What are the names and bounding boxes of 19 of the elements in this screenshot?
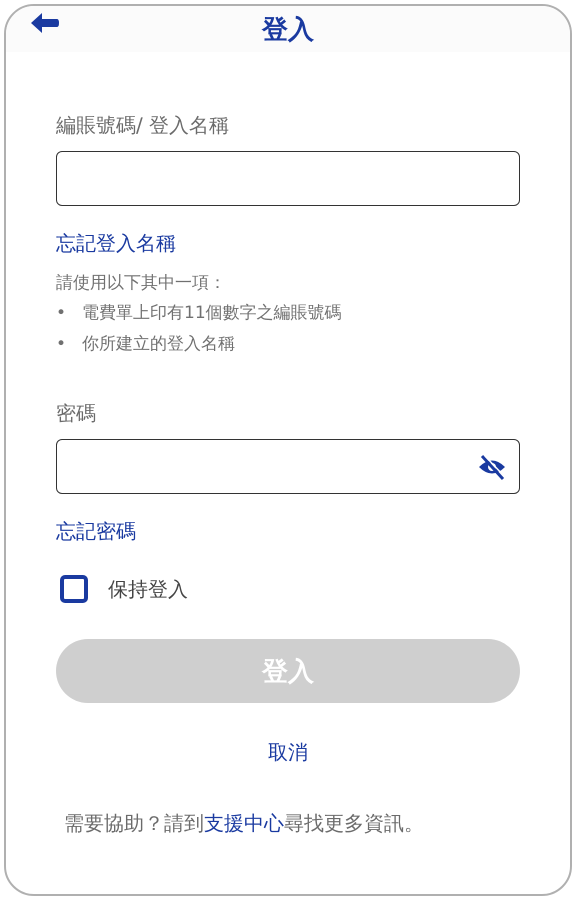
password-input-field[interactable]: [56, 439, 520, 494]
page-title: 登入: [262, 14, 314, 46]
field-label: 密碼: [56, 400, 97, 428]
bullet-mark: •: [56, 302, 66, 324]
cancel-link[interactable]: 取消: [268, 739, 308, 766]
hint-text: 請使用以下其中一項：: [56, 272, 227, 294]
checkbox-label: 保持登入: [108, 576, 188, 603]
account-input-field[interactable]: [56, 151, 520, 206]
field-label: 編賬號碼/ 登入名稱: [56, 112, 230, 139]
support-center-link[interactable]: 支援中心: [204, 811, 284, 836]
back-arrow-icon: [30, 12, 60, 34]
hint-list-item: 電費單上印有11個數字之編賬號碼: [82, 302, 342, 324]
hint-list-item: 你所建立的登入名稱: [82, 333, 236, 356]
back-button[interactable]: [30, 12, 60, 34]
forgot-login-name-link[interactable]: 忘記登入名稱: [56, 230, 176, 257]
bullet-mark: •: [56, 333, 66, 356]
forgot-password-link[interactable]: 忘記密碼: [56, 518, 136, 546]
help-text: 需要協助？請到支援中心尋找更多資訊。: [64, 810, 425, 838]
remember-checkbox[interactable]: [60, 575, 88, 604]
